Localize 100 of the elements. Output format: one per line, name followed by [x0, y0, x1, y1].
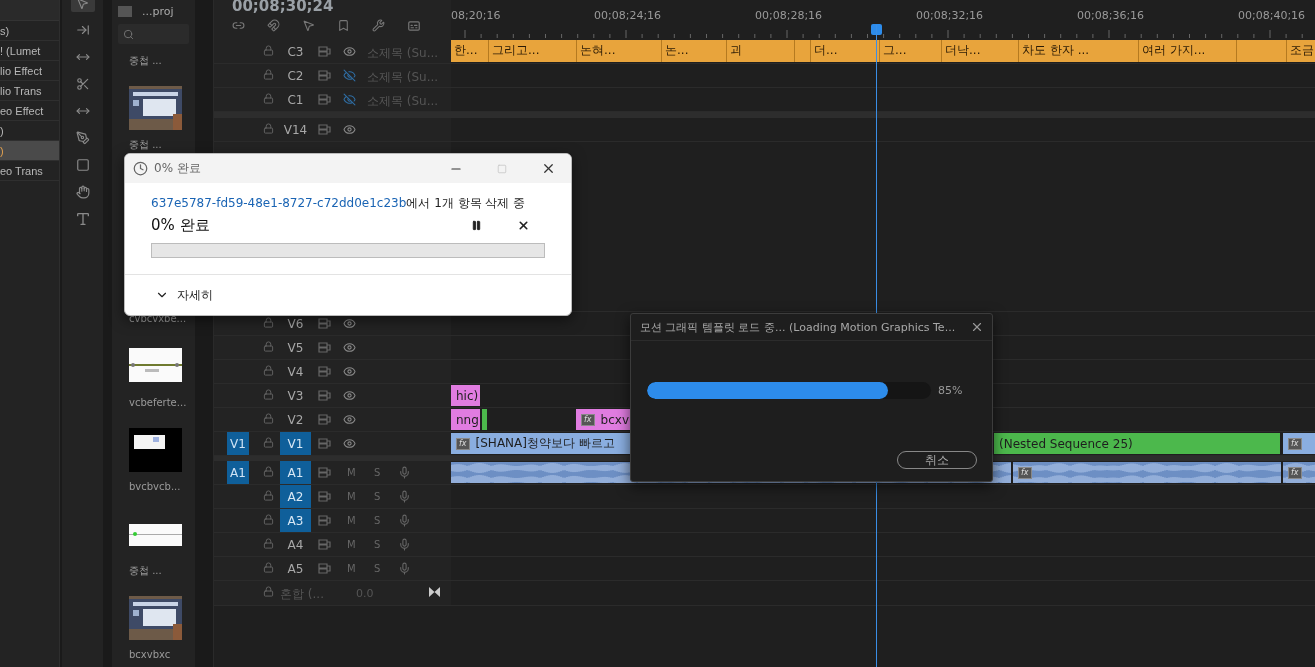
- track-name[interactable]: V5: [280, 336, 311, 359]
- track-name[interactable]: V6: [280, 312, 311, 335]
- sync-toggle-icon[interactable]: [318, 70, 331, 81]
- eye-slash-icon[interactable]: [343, 93, 356, 106]
- lock-icon[interactable]: [263, 365, 274, 376]
- microphone-icon[interactable]: [398, 562, 411, 575]
- graphic-clip[interactable]: nng: [451, 409, 481, 430]
- source-patch[interactable]: A1: [227, 461, 249, 484]
- search-field[interactable]: [118, 24, 189, 44]
- sync-toggle-icon[interactable]: [318, 539, 331, 550]
- eye-icon[interactable]: [343, 317, 356, 330]
- lock-icon[interactable]: [263, 490, 274, 501]
- track-name[interactable]: A3: [280, 509, 311, 532]
- microphone-icon[interactable]: [398, 514, 411, 527]
- cancel-button[interactable]: [516, 218, 530, 232]
- clip-name[interactable]: 중첩 ...: [129, 564, 189, 578]
- sync-toggle-icon[interactable]: [318, 414, 331, 425]
- lock-icon[interactable]: [263, 389, 274, 400]
- effect-folder[interactable]: eo Effect: [0, 101, 59, 121]
- caption-clip[interactable]: 더낙...: [942, 40, 1019, 62]
- sync-toggle-icon[interactable]: [318, 124, 331, 135]
- microphone-icon[interactable]: [398, 538, 411, 551]
- effect-folder[interactable]: eo Trans: [0, 161, 59, 181]
- sync-toggle-icon[interactable]: [318, 46, 331, 57]
- effect-folder[interactable]: s): [0, 21, 59, 41]
- microphone-icon[interactable]: [398, 490, 411, 503]
- lock-icon[interactable]: [263, 69, 274, 80]
- audio-clip[interactable]: fx: [1013, 462, 1282, 483]
- lock-icon[interactable]: [263, 586, 274, 597]
- bowtie-icon[interactable]: [429, 587, 440, 597]
- lock-icon[interactable]: [263, 341, 274, 352]
- track-name[interactable]: V4: [280, 360, 311, 383]
- caption-clip[interactable]: [1237, 40, 1287, 62]
- graphic-clip[interactable]: fx bcxv: [576, 409, 631, 430]
- eye-icon[interactable]: [343, 437, 356, 450]
- sync-toggle-icon[interactable]: [318, 342, 331, 353]
- sync-toggle-icon[interactable]: [318, 390, 331, 401]
- caption-clip[interactable]: 논혀...: [577, 40, 662, 62]
- clip-name[interactable]: bvcbvcb...: [129, 480, 189, 494]
- sync-toggle-icon[interactable]: [318, 491, 331, 502]
- caption-clip[interactable]: 조금: [1287, 40, 1315, 62]
- track-name[interactable]: C2: [280, 64, 311, 87]
- sync-toggle-icon[interactable]: [318, 94, 331, 105]
- lock-icon[interactable]: [263, 538, 274, 549]
- track-name[interactable]: A2: [280, 485, 311, 508]
- lock-icon[interactable]: [263, 437, 274, 448]
- details-toggle[interactable]: 자세히: [155, 286, 213, 304]
- caption-clip[interactable]: 한...: [451, 40, 489, 62]
- caption-clip[interactable]: 괴: [727, 40, 795, 62]
- lock-icon[interactable]: [263, 317, 274, 328]
- sync-toggle-icon[interactable]: [318, 515, 331, 526]
- microphone-icon[interactable]: [398, 466, 411, 479]
- sync-toggle-icon[interactable]: [318, 563, 331, 574]
- pause-button[interactable]: [470, 219, 482, 231]
- captions-icon[interactable]: [407, 19, 421, 33]
- eye-slash-icon[interactable]: [343, 69, 356, 82]
- sync-toggle-icon[interactable]: [318, 318, 331, 329]
- playhead-handle[interactable]: [871, 24, 882, 35]
- track-name[interactable]: V3: [280, 384, 311, 407]
- eye-icon[interactable]: [343, 389, 356, 402]
- close-button[interactable]: [970, 320, 984, 334]
- source-patch[interactable]: V1: [227, 432, 249, 455]
- caption-clip[interactable]: 그리고...: [489, 40, 577, 62]
- eye-icon[interactable]: [343, 341, 356, 354]
- lock-icon[interactable]: [263, 562, 274, 573]
- clip-name[interactable]: vcbeferte...: [129, 396, 189, 410]
- caption-clip[interactable]: 차도 한자 ...: [1019, 40, 1139, 62]
- clip-name[interactable]: bcxvbxc: [129, 648, 189, 662]
- nested-clip[interactable]: (Nested Sequence 25): [994, 433, 1281, 454]
- audio-clip[interactable]: fx: [1283, 462, 1315, 483]
- effect-folder[interactable]: lio Effect: [0, 61, 59, 81]
- track-name[interactable]: A5: [280, 557, 311, 580]
- clip-name[interactable]: 중첩 ...: [129, 138, 189, 152]
- lock-icon[interactable]: [263, 45, 274, 56]
- video-clip[interactable]: fx [SHANA]청약보다 빠르고: [451, 433, 631, 454]
- settings-icon[interactable]: [372, 19, 385, 33]
- eye-icon[interactable]: [343, 45, 356, 58]
- eye-icon[interactable]: [343, 123, 356, 136]
- caption-clip[interactable]: [795, 40, 811, 62]
- track-name[interactable]: C1: [280, 88, 311, 111]
- marker-icon[interactable]: [337, 19, 350, 33]
- graphic-clip[interactable]: hic): [451, 385, 481, 406]
- lock-icon[interactable]: [263, 514, 274, 525]
- clip-name[interactable]: cvbcvxbe...: [129, 312, 189, 326]
- snap-icon[interactable]: [267, 19, 280, 33]
- sync-toggle-icon[interactable]: [318, 366, 331, 377]
- track-name[interactable]: V2: [280, 408, 311, 431]
- lock-icon[interactable]: [263, 466, 274, 477]
- sync-toggle-icon[interactable]: [318, 438, 331, 449]
- track-name[interactable]: V14: [280, 118, 311, 141]
- effect-folder[interactable]: ): [0, 141, 59, 161]
- caption-clip[interactable]: 그...: [880, 40, 942, 62]
- eye-icon[interactable]: [343, 413, 356, 426]
- lock-icon[interactable]: [263, 413, 274, 424]
- track-name[interactable]: C3: [280, 40, 311, 63]
- effect-folder[interactable]: ! (Lumet: [0, 41, 59, 61]
- nested-clip[interactable]: [482, 409, 488, 430]
- folder-link[interactable]: 637e5787-fd59-48e1-8727-c72dd0e1c23b: [151, 196, 407, 210]
- sync-toggle-icon[interactable]: [318, 467, 331, 478]
- caption-clip[interactable]: 논...: [662, 40, 727, 62]
